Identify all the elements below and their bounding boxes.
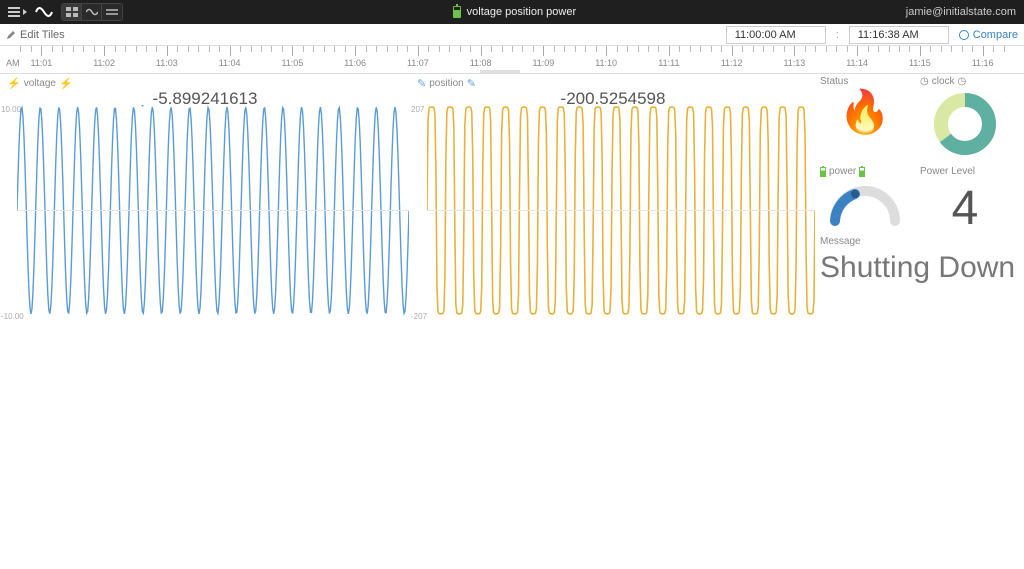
ruler-tick-label: 11:11 (658, 58, 679, 68)
battery-icon (859, 167, 865, 177)
ruler-tick-label: 11:05 (281, 58, 303, 68)
time-start-input[interactable]: 11:00:00 AM (726, 26, 826, 44)
menu-toggle-button[interactable] (8, 7, 27, 17)
ruler-tick-label: 11:03 (156, 58, 178, 68)
power-level-tile[interactable]: Power Level 4 (920, 166, 1010, 236)
ruler-tick-label: 11:14 (846, 58, 868, 68)
ruler-tick-label: 11:12 (721, 58, 743, 68)
ruler-tick-label: 11:02 (93, 58, 115, 68)
lines-view-button[interactable] (102, 4, 122, 20)
ruler-tick-label: 11:01 (30, 58, 52, 68)
user-email[interactable]: jamie@initialstate.com (906, 6, 1016, 18)
position-value: -200.5254598 (411, 89, 815, 109)
clock-tile[interactable]: ◷ clock ◷ (920, 76, 1010, 157)
ruler-tick-label: 11:06 (344, 58, 366, 68)
clock-icon: ◷ (958, 76, 967, 87)
power-gauge (825, 181, 905, 231)
edit-tiles-button[interactable]: Edit Tiles (6, 29, 65, 41)
compare-button[interactable]: Compare (959, 29, 1018, 41)
battery-icon (820, 167, 826, 177)
voltage-label: voltage (24, 78, 56, 89)
ruler-tick-label: 11:09 (532, 58, 554, 68)
position-label: position (429, 78, 463, 89)
compare-icon (959, 30, 969, 40)
voltage-tile[interactable]: ⚡ voltage ⚡ -5.899241613 10.00 -10.00 (0, 74, 410, 324)
message-tile[interactable]: Message Shutting Down (820, 236, 1020, 285)
clock-icon: ◷ (920, 76, 929, 87)
toolbar: Edit Tiles 11:00:00 AM : 11:16:38 AM Com… (0, 24, 1024, 46)
page-title: voltage position power (453, 6, 576, 18)
status-label: Status (820, 76, 910, 87)
caret-right-icon (23, 9, 27, 15)
side-panel: Status 🔥 ◷ clock ◷ power (816, 74, 1024, 324)
power-level-value: 4 (920, 181, 1010, 236)
position-ymin: -207 (411, 312, 427, 321)
clock-label: ◷ clock ◷ (920, 76, 1010, 87)
view-mode-group (61, 3, 123, 21)
voltage-value: -5.899241613 (1, 89, 409, 109)
ruler-tick-label: 11:07 (407, 58, 429, 68)
position-tile[interactable]: ✎ position ✎ -200.5254598 207 -207 (410, 74, 816, 324)
edit-tiles-label: Edit Tiles (20, 29, 65, 41)
fire-icon: 🔥 (820, 91, 910, 133)
tiles-view-button[interactable] (62, 4, 82, 20)
background-image (0, 309, 1024, 569)
time-end-input[interactable]: 11:16:38 AM (849, 26, 949, 44)
message-text: Shutting Down (820, 251, 1020, 285)
ruler-tick-label: 11:13 (783, 58, 805, 68)
battery-icon (453, 6, 461, 18)
compare-label: Compare (973, 29, 1018, 41)
ruler-tick-label: 11:16 (972, 58, 994, 68)
timeline-ruler[interactable]: AM 11:01 11:02 11:03 11:04 11:05 11:06 11:07 11… (0, 46, 1024, 74)
ruler-tick-label: 11:15 (909, 58, 931, 68)
time-separator: : (836, 29, 839, 41)
status-tile[interactable]: Status 🔥 (820, 76, 910, 133)
power-level-label: Power Level (920, 166, 1010, 177)
power-label: power (820, 166, 910, 177)
power-tile[interactable]: power (820, 166, 910, 231)
position-chart (427, 105, 815, 316)
ruler-tick-label: 11:10 (595, 58, 617, 68)
ruler-start-label: AM (6, 58, 20, 68)
ruler-tick-label: 11:04 (219, 58, 241, 68)
voltage-chart (17, 105, 409, 316)
tiles-area: ⚡ voltage ⚡ -5.899241613 10.00 -10.00 ✎ … (0, 74, 1024, 324)
clock-donut (932, 91, 998, 157)
logo-icon[interactable] (35, 4, 53, 20)
ruler-tick-label: 11:08 (470, 58, 492, 68)
timeline-selection[interactable] (480, 70, 520, 73)
page-title-text: voltage position power (467, 6, 576, 18)
menu-bar: voltage position power jamie@initialstat… (0, 0, 1024, 24)
message-label: Message (820, 236, 1020, 247)
waves-view-button[interactable] (82, 4, 102, 20)
